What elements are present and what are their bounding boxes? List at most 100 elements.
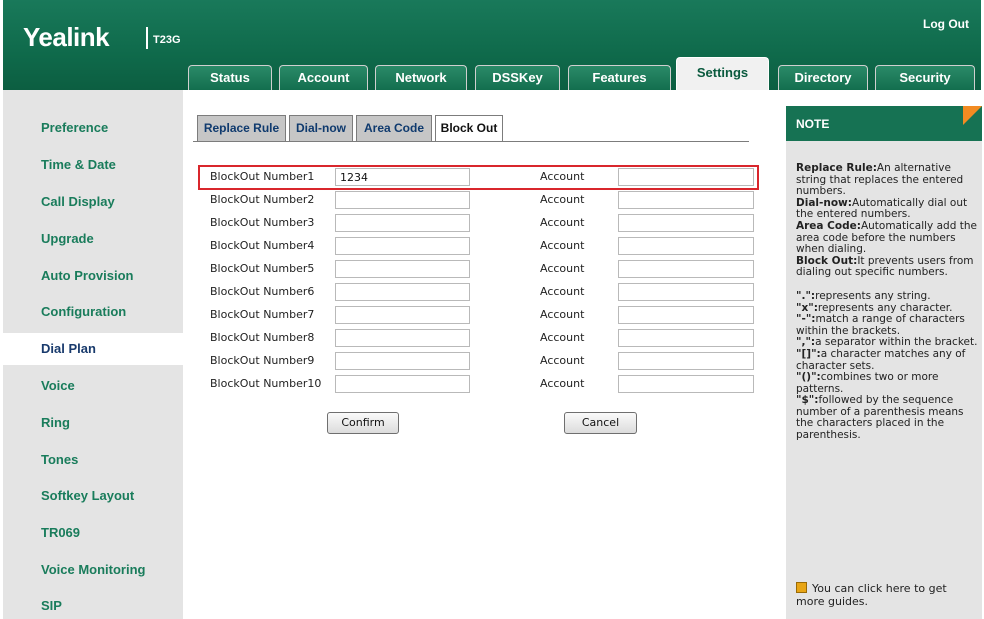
subtab-dial-now[interactable]: Dial-now [289,115,353,141]
account-label: Account [540,170,585,183]
account-label: Account [540,331,585,344]
blockout-number-label: BlockOut Number4 [210,239,315,252]
sidebar: Preference Time & Date Call Display Upgr… [3,90,183,619]
blockout-number-input[interactable] [335,191,470,209]
blockout-number-label: BlockOut Number5 [210,262,315,275]
note-definition: Replace Rule:An alternative string that … [796,162,964,198]
tab-network[interactable]: Network [375,65,467,90]
account-input[interactable] [618,352,754,370]
note-definition: Block Out:It prevents users from dialing… [796,254,974,279]
tab-account[interactable]: Account [279,65,368,90]
blockout-number-label: BlockOut Number8 [210,331,315,344]
account-input[interactable] [618,283,754,301]
sidebar-item-configuration[interactable]: Configuration [3,296,183,328]
account-label: Account [540,308,585,321]
tab-dsskey[interactable]: DSSKey [475,65,560,90]
account-input[interactable] [618,329,754,347]
blockout-number-label: BlockOut Number1 [210,170,315,183]
account-input[interactable] [618,168,754,186]
guide-text: You can click here to get more guides. [796,582,947,608]
blockout-row-4: BlockOut Number4 Account [198,235,758,258]
sidebar-item-upgrade[interactable]: Upgrade [3,223,183,255]
blockout-number-input[interactable] [335,214,470,232]
yealink-logo: Yealink [23,22,110,52]
tab-features[interactable]: Features [568,65,671,90]
account-input[interactable] [618,375,754,393]
sidebar-item-time-date[interactable]: Time & Date [3,149,183,181]
tab-security[interactable]: Security [875,65,975,90]
account-input[interactable] [618,214,754,232]
blockout-number-input[interactable] [335,352,470,370]
sidebar-item-voice-monitoring[interactable]: Voice Monitoring [3,554,183,586]
account-input[interactable] [618,191,754,209]
blockout-row-7: BlockOut Number7 Account [198,304,758,327]
blockout-number-label: BlockOut Number7 [210,308,315,321]
blockout-number-label: BlockOut Number6 [210,285,315,298]
blockout-number-input[interactable] [335,260,470,278]
top-header: Yealink T23G Log Out Status Account Netw… [3,0,981,90]
note-title: NOTE [786,106,982,141]
subtab-block-out[interactable]: Block Out [435,115,503,142]
sidebar-item-ring[interactable]: Ring [3,407,183,439]
account-label: Account [540,285,585,298]
blockout-row-10: BlockOut Number10 Account [198,373,758,396]
logo-separator [146,27,148,49]
sidebar-item-voice[interactable]: Voice [3,370,183,402]
note-pattern: "-":match a range of characters within t… [796,313,965,337]
sidebar-item-sip[interactable]: SIP [3,590,183,619]
model-label: T23G [153,34,181,46]
blockout-row-2: BlockOut Number2 Account [198,189,758,212]
blockout-row-9: BlockOut Number9 Account [198,350,758,373]
blockout-number-label: BlockOut Number9 [210,354,315,367]
account-input[interactable] [618,237,754,255]
account-label: Account [540,377,585,390]
sidebar-item-softkey-layout[interactable]: Softkey Layout [3,480,183,512]
subtabs-divider [193,141,749,142]
blockout-row-5: BlockOut Number5 Account [198,258,758,281]
note-pattern: "$":followed by the sequence number of a… [796,394,964,442]
blockout-number-input[interactable] [335,329,470,347]
blockout-number-label: BlockOut Number10 [210,377,322,390]
sidebar-item-tr069[interactable]: TR069 [3,517,183,549]
note-panel: NOTE Replace Rule:An alternative string … [786,106,982,619]
blockout-number-input[interactable] [335,306,470,324]
blockout-row-6: BlockOut Number6 Account [198,281,758,304]
account-label: Account [540,193,585,206]
blockout-number-label: BlockOut Number3 [210,216,315,229]
account-label: Account [540,239,585,252]
main-panel: Replace Rule Dial-now Area Code Block Ou… [183,90,783,619]
sidebar-item-auto-provision[interactable]: Auto Provision [3,260,183,292]
subtab-replace-rule[interactable]: Replace Rule [197,115,286,141]
note-corner-accent [963,106,982,125]
note-pattern: "[]":a character matches any of characte… [796,347,966,372]
cancel-button[interactable]: Cancel [564,412,637,434]
sidebar-item-preference[interactable]: Preference [3,112,183,144]
guide-link[interactable]: You can click here to get more guides. [796,582,976,608]
sidebar-item-call-display[interactable]: Call Display [3,186,183,218]
blockout-row-8: BlockOut Number8 Account [198,327,758,350]
subtab-area-code[interactable]: Area Code [356,115,432,141]
blockout-row-3: BlockOut Number3 Account [198,212,758,235]
tab-status[interactable]: Status [188,65,272,90]
guide-icon [796,582,807,593]
blockout-number-label: BlockOut Number2 [210,193,315,206]
account-label: Account [540,354,585,367]
account-input[interactable] [618,260,754,278]
blockout-number-input[interactable] [335,168,470,186]
note-definition: Dial-now:Automatically dial out the ente… [796,196,968,221]
confirm-button[interactable]: Confirm [327,412,399,434]
blockout-number-input[interactable] [335,237,470,255]
blockout-number-input[interactable] [335,375,470,393]
note-body: Replace Rule:An alternative string that … [796,162,978,442]
tab-settings[interactable]: Settings [676,57,769,90]
sidebar-item-tones[interactable]: Tones [3,444,183,476]
account-label: Account [540,216,585,229]
note-definition: Area Code:Automatically add the area cod… [796,219,977,256]
blockout-row-1: BlockOut Number1 Account [198,166,758,189]
tab-directory[interactable]: Directory [778,65,868,90]
sidebar-item-dial-plan[interactable]: Dial Plan [3,333,183,365]
account-input[interactable] [618,306,754,324]
blockout-number-input[interactable] [335,283,470,301]
note-pattern: "()":combines two or more patterns. [796,371,939,395]
logout-link[interactable]: Log Out [923,17,969,31]
